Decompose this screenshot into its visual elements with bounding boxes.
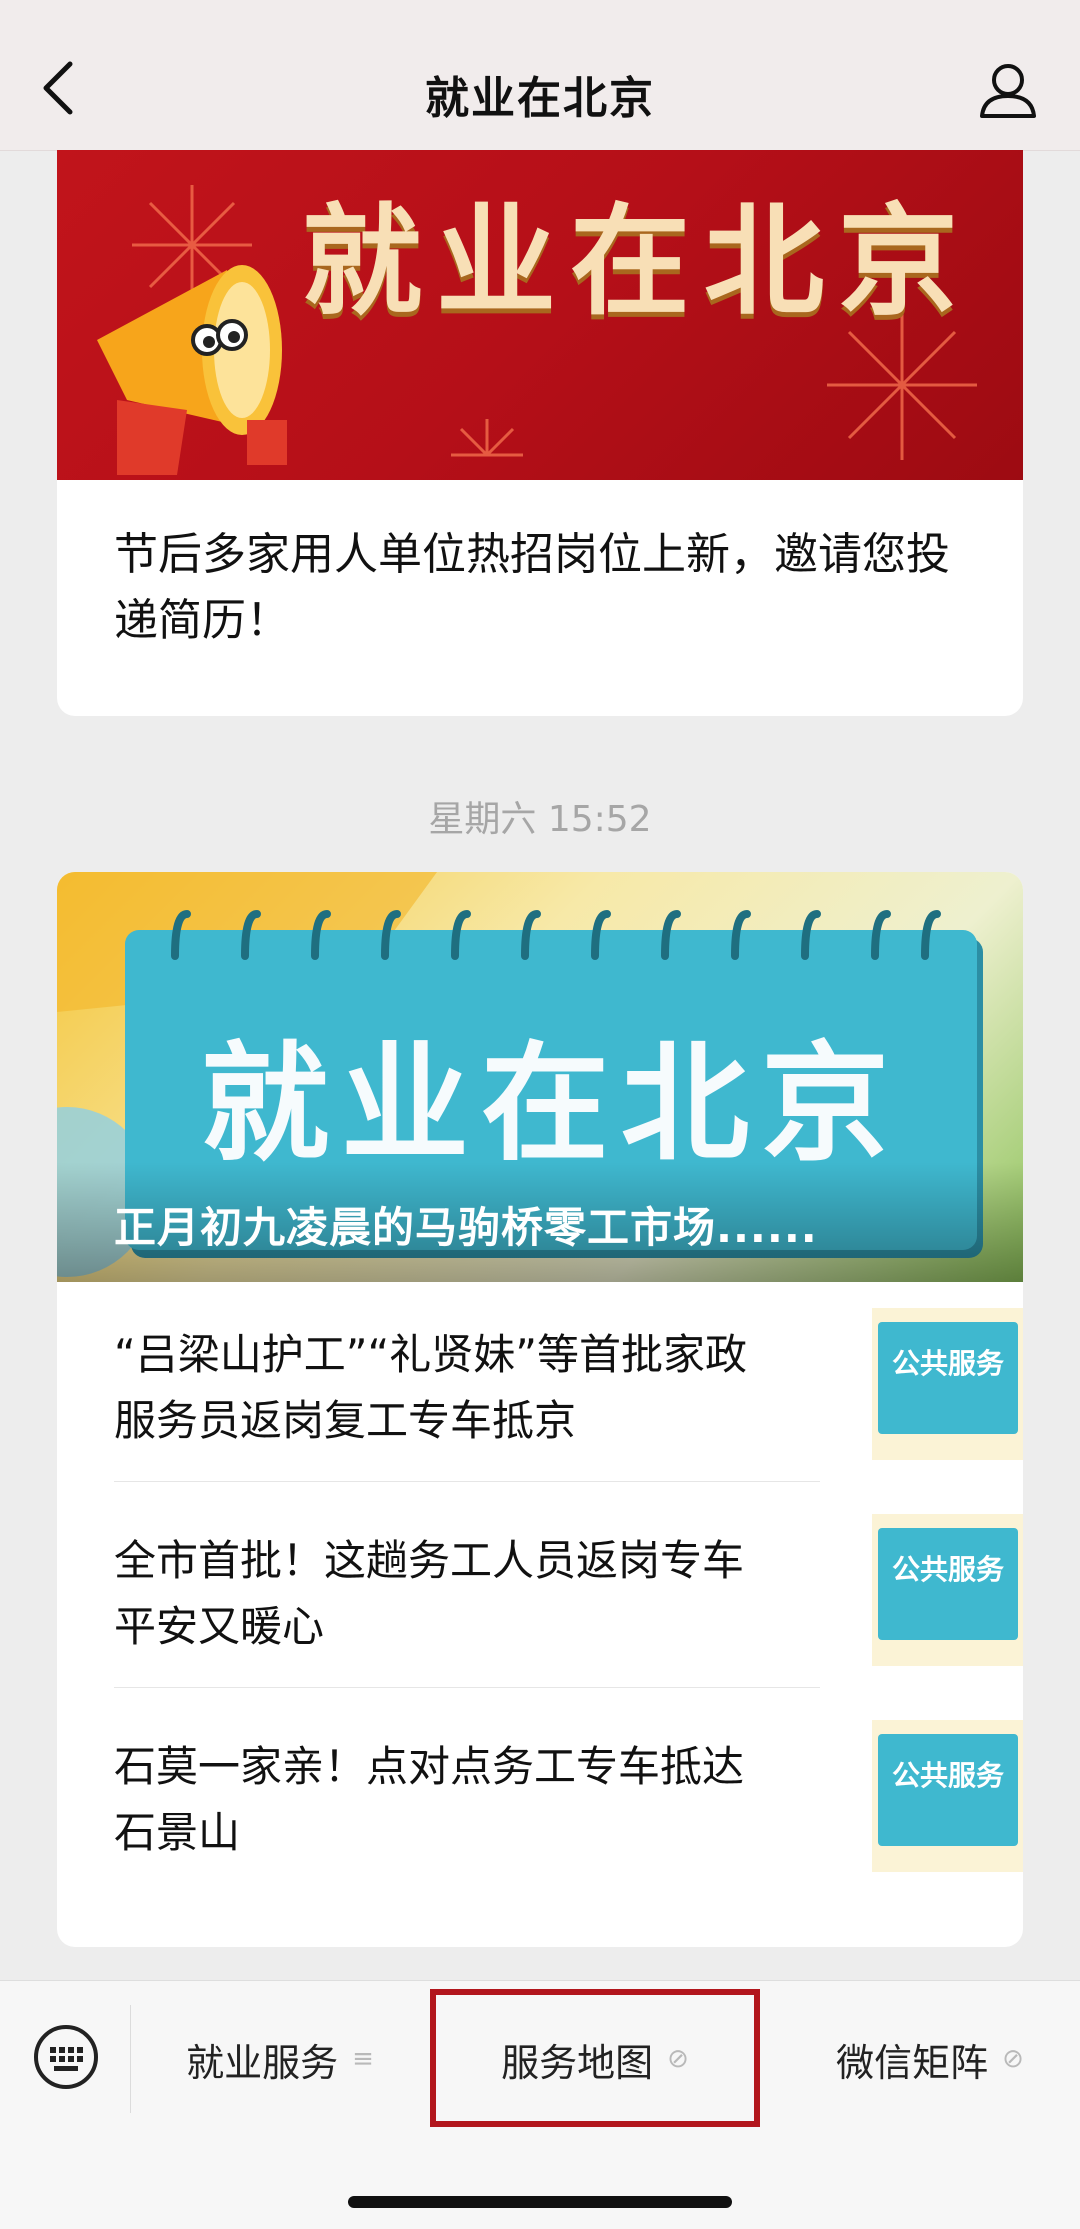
article-title-1[interactable]: 节后多家用人单位热招岗位上新，邀请您投递简历！: [114, 522, 974, 654]
thumbnail-label: 公共服务: [891, 1553, 1004, 1586]
menu-item-label: 服务地图: [501, 2040, 654, 2085]
article-banner-2[interactable]: 就业在北京 正月初九凌晨的马驹桥零工市场......: [57, 872, 1023, 1282]
thumbnail-image: 公共服务: [872, 1720, 1023, 1872]
banner-title: 就业在北京: [200, 1029, 901, 1179]
menu-item-wechat-matrix[interactable]: 微信矩阵 ⊘: [800, 2019, 1060, 2099]
list-item[interactable]: 全市首批！这趟务工人员返岗专车平安又暖心 公共服务: [114, 1488, 1023, 1688]
menu-item-service-map[interactable]: 服务地图 ⊘: [430, 2019, 760, 2099]
menu-item-label: 就业服务: [186, 2040, 339, 2085]
list-item[interactable]: “吕梁山护工”“礼贤妹”等首批家政服务员返岗复工专车抵京 公共服务: [114, 1282, 1023, 1482]
menu-item-label: 微信矩阵: [836, 2040, 989, 2085]
thumbnail-image: 公共服务: [872, 1308, 1023, 1460]
list-item-title[interactable]: “吕梁山护工”“礼贤妹”等首批家政服务员返岗复工专车抵京: [114, 1322, 774, 1454]
article-card-1[interactable]: 就业在北京 节后多家用人单位热招岗位上新，邀请您投递简历！: [57, 150, 1023, 716]
timestamp: 星期六 15:52: [428, 799, 652, 840]
calendar-rings: [171, 910, 941, 960]
menu-separator: [130, 2005, 131, 2113]
article-card-2[interactable]: 就业在北京 正月初九凌晨的马驹桥零工市场...... “吕梁山护工”“礼贤妹”等…: [57, 872, 1023, 1947]
divider: [114, 1687, 820, 1688]
thumbnail-label: 公共服务: [891, 1759, 1004, 1792]
list-item-title[interactable]: 石莫一家亲！点对点务工专车抵达石景山: [114, 1734, 774, 1866]
article-banner-1: 就业在北京: [57, 150, 1023, 480]
menu-list-icon: ≡: [352, 2044, 374, 2074]
link-icon: ⊘: [1002, 2044, 1024, 2074]
menu-item-employment-service[interactable]: 就业服务 ≡: [150, 2019, 410, 2099]
bottom-menu: 就业服务 ≡ 服务地图 ⊘ 微信矩阵 ⊘: [0, 1980, 1080, 2229]
keyboard-icon[interactable]: [32, 2023, 100, 2091]
user-icon[interactable]: [978, 60, 1038, 120]
thumbnail-image: 公共服务: [872, 1514, 1023, 1666]
banner-title: 就业在北京: [302, 191, 972, 332]
megaphone-icon: [97, 265, 287, 475]
page-title: 就业在北京: [425, 73, 655, 124]
article-title-2[interactable]: 正月初九凌晨的马驹桥零工市场......: [114, 1194, 818, 1255]
mini-program-icon: ⊘: [667, 2044, 689, 2074]
thumbnail-label: 公共服务: [891, 1347, 1004, 1380]
list-item-title[interactable]: 全市首批！这趟务工人员返岗专车平安又暖心: [114, 1528, 774, 1660]
list-item[interactable]: 石莫一家亲！点对点务工专车抵达石景山 公共服务: [114, 1694, 1023, 1894]
divider: [114, 1481, 820, 1482]
top-bar: 就业在北京: [0, 0, 1080, 151]
home-indicator[interactable]: [348, 2196, 732, 2208]
